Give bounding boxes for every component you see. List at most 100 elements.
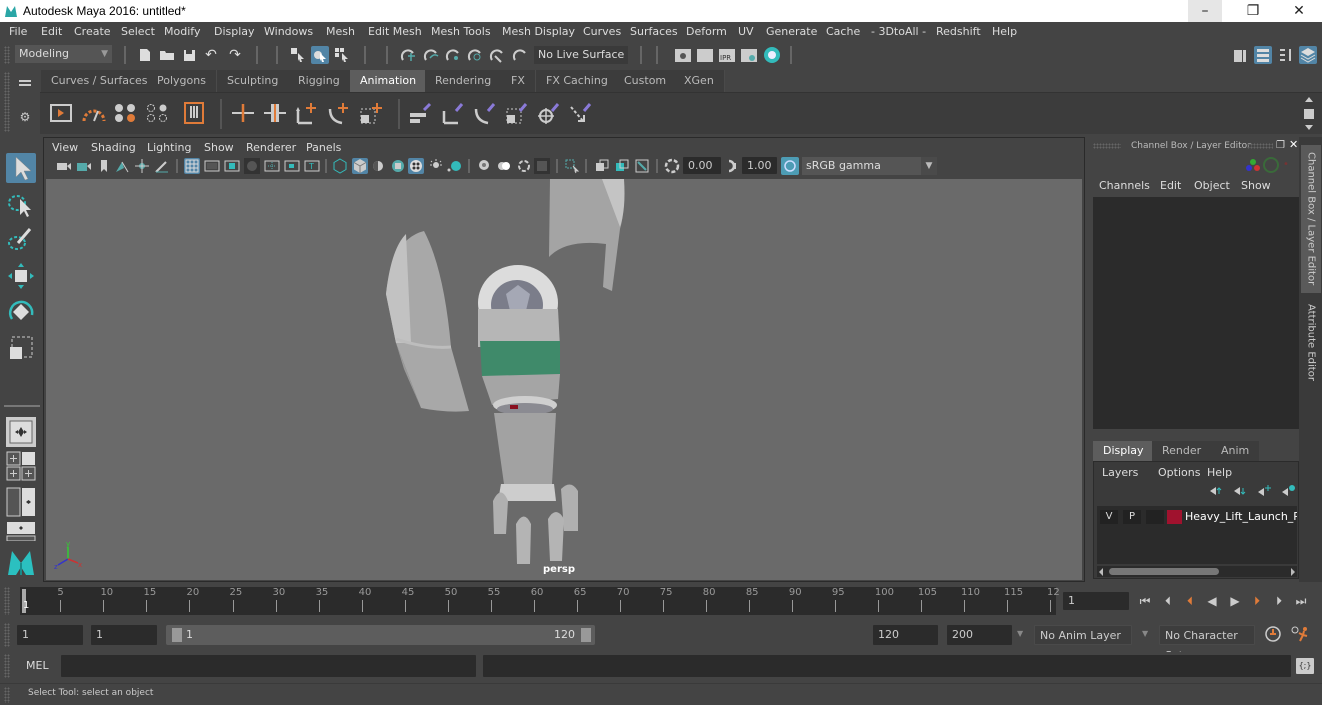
camera-attributes-icon[interactable] (76, 158, 92, 174)
menu-help[interactable]: Help (992, 25, 1017, 38)
side-tab-channel-box[interactable]: Channel Box / Layer Editor (1301, 145, 1321, 293)
viewport-menu-view[interactable]: View (52, 141, 78, 154)
range-slider-bar[interactable]: 1 120 (166, 625, 595, 645)
scale-link-icon[interactable] (504, 101, 530, 125)
exposure-field[interactable]: 0.00 (683, 157, 721, 174)
select-by-component-icon[interactable] (333, 46, 351, 64)
modeling-toolkit-icon[interactable] (1231, 46, 1249, 64)
step-forward-key-icon[interactable]: ⏵ (1271, 593, 1287, 609)
channel-object-menu[interactable]: Object (1194, 179, 1230, 192)
menu-modify[interactable]: Modify (164, 25, 200, 38)
constraint-aim-icon[interactable] (294, 101, 320, 125)
render-view-icon[interactable] (674, 46, 692, 64)
select-by-object-icon[interactable] (311, 46, 329, 64)
use-all-lights-icon[interactable] (408, 158, 424, 174)
step-forward-frame-icon[interactable]: ⏵ (1249, 593, 1265, 609)
shelf-tab-curves-surfaces[interactable]: Curves / Surfaces (41, 70, 159, 92)
menu-set-dropdown[interactable]: Modeling ▼ (15, 45, 112, 63)
time-slider-grip[interactable] (4, 587, 10, 615)
layer-row[interactable]: V P Heavy_Lift_Launch_Ro (1097, 506, 1297, 528)
layer-visibility-toggle[interactable]: V (1100, 510, 1118, 524)
layer-name[interactable]: Heavy_Lift_Launch_Ro (1185, 510, 1297, 523)
panel-grip[interactable] (1247, 143, 1273, 149)
playback-start-field[interactable]: 1 (91, 625, 157, 645)
menu-mesh[interactable]: Mesh (326, 25, 355, 38)
time-slider-track[interactable]: 1 5 10 15 20 25 30 35 40 45 50 55 60 65 70 75 80 85 90 95 1… (20, 587, 1060, 615)
undo-icon[interactable]: ↶ (202, 46, 220, 64)
animation-preferences-icon[interactable] (1290, 625, 1310, 643)
command-line-grip[interactable] (4, 654, 10, 678)
viewport-menu-renderer[interactable]: Renderer (246, 141, 296, 154)
attribute-editor-toggle-icon[interactable] (1254, 46, 1272, 64)
viewport-menu-show[interactable]: Show (204, 141, 234, 154)
character-set-chevron-icon[interactable]: ▼ (1142, 629, 1148, 638)
layer-display-type-toggle[interactable] (1146, 510, 1164, 524)
menu-file[interactable]: File (9, 25, 27, 38)
xray-active-components-icon[interactable] (634, 158, 650, 174)
constraint-scale-icon[interactable] (358, 101, 384, 125)
minimize-button[interactable]: – (1188, 0, 1222, 22)
snap-to-view-plane-icon[interactable] (466, 46, 484, 64)
xray-joints-icon[interactable] (614, 158, 630, 174)
scroll-up-icon[interactable] (1305, 97, 1313, 102)
render-current-frame-icon[interactable] (696, 46, 714, 64)
panel-grip[interactable] (1093, 143, 1121, 149)
point-link-icon[interactable] (440, 101, 466, 125)
play-backward-icon[interactable]: ◀ (1204, 593, 1220, 609)
range-start-handle[interactable] (172, 628, 182, 642)
menu-mesh-display[interactable]: Mesh Display (502, 25, 575, 38)
range-slider-grip[interactable] (4, 623, 10, 647)
menu-generate[interactable]: Generate (766, 25, 817, 38)
go-to-end-icon[interactable]: ⏭ (1293, 593, 1309, 609)
screen-space-ao-icon[interactable] (446, 158, 462, 174)
anim-layer-dropdown[interactable]: No Anim Layer (1034, 625, 1132, 645)
script-language-toggle[interactable]: MEL (26, 659, 49, 672)
command-input[interactable] (61, 655, 476, 677)
menu-curves[interactable]: Curves (583, 25, 621, 38)
channel-edit-menu[interactable]: Edit (1160, 179, 1181, 192)
channels-menu[interactable]: Channels (1099, 179, 1150, 192)
four-view-layout-icon[interactable] (6, 451, 36, 483)
ipr-render-icon[interactable]: IPR (718, 46, 736, 64)
scroll-thumb[interactable] (1304, 109, 1314, 119)
layer-tab-render[interactable]: Render (1152, 441, 1212, 461)
wireframe-icon[interactable] (332, 158, 348, 174)
step-back-frame-icon[interactable]: ⏴ (1182, 593, 1198, 609)
scroll-down-icon[interactable] (1305, 125, 1313, 130)
field-chart-icon[interactable] (264, 158, 280, 174)
channel-box-toggle-icon[interactable] (1299, 46, 1317, 64)
shelf-tab-fx-caching[interactable]: FX Caching (536, 70, 619, 92)
gate-mask-icon[interactable] (244, 158, 260, 174)
open-scene-icon[interactable] (158, 46, 176, 64)
menu-edit[interactable]: Edit (41, 25, 62, 38)
menu-deform[interactable]: Deform (686, 25, 727, 38)
layer-playback-toggle[interactable]: P (1123, 510, 1141, 524)
default-material-icon[interactable] (370, 158, 386, 174)
menu-windows[interactable]: Windows (264, 25, 313, 38)
shelf-grip[interactable] (4, 72, 10, 132)
auto-key-toggle-icon[interactable] (1264, 625, 1282, 643)
gamma-icon[interactable] (724, 158, 740, 174)
layer-horizontal-scrollbar[interactable] (1097, 566, 1297, 577)
shelf-tab-xgen[interactable]: XGen (674, 70, 725, 92)
select-by-hierarchy-icon[interactable] (289, 46, 307, 64)
layer-color-swatch[interactable] (1167, 510, 1182, 524)
color-management-toggle-icon[interactable] (781, 157, 799, 175)
paint-select-tool-icon[interactable] (6, 225, 36, 255)
grid-toggle-icon[interactable] (184, 158, 200, 174)
constraint-parent-icon[interactable] (230, 101, 256, 125)
menu-display[interactable]: Display (214, 25, 255, 38)
menu-cache[interactable]: Cache (826, 25, 860, 38)
anim-layer-icon[interactable] (183, 101, 205, 127)
hyper-icon[interactable]: • (1283, 159, 1293, 170)
shelf-tab-fx[interactable]: FX (501, 70, 536, 92)
safe-title-icon[interactable]: T (304, 158, 320, 174)
orient-link-icon[interactable] (472, 101, 498, 125)
scroll-left-icon[interactable] (1099, 568, 1103, 576)
live-surface-field[interactable]: No Live Surface (534, 46, 628, 64)
motion-blur-icon[interactable] (476, 158, 492, 174)
isolate-select-icon[interactable] (534, 158, 550, 174)
grease-pencil-icon[interactable] (154, 158, 170, 174)
shelf-tab-polygons[interactable]: Polygons (147, 70, 217, 92)
layer-tab-anim[interactable]: Anim (1211, 441, 1260, 461)
